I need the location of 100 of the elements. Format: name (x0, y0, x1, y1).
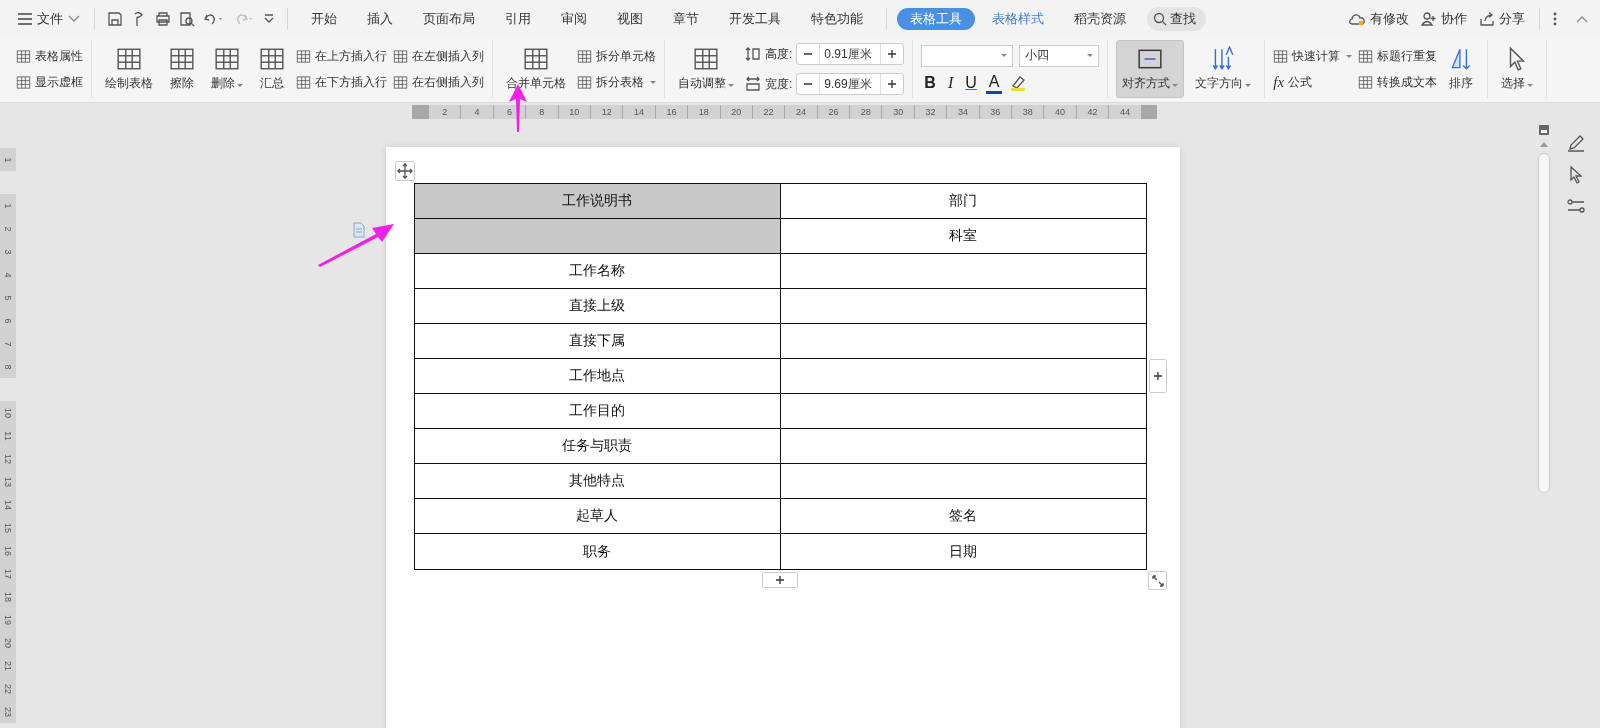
ribbon-button[interactable]: fx 公式 (1273, 73, 1353, 91)
ruler-number: 18 (687, 104, 720, 119)
ribbon-button[interactable]: 在左侧插入列 (393, 47, 484, 65)
font-size-field[interactable]: 小四 (1019, 44, 1100, 67)
add-user-icon (1421, 12, 1437, 26)
spinner-field[interactable]: 9.69厘米 (796, 73, 905, 95)
table-icon (16, 48, 31, 64)
table-icon (693, 46, 719, 72)
caret-icon (1001, 54, 1008, 57)
table-icon (169, 46, 195, 72)
toolbar-action[interactable]: 协作 (1415, 10, 1473, 28)
table-cell[interactable]: 工作地点 (415, 359, 781, 394)
ribbon-button[interactable]: 选择 (1496, 40, 1539, 98)
ruler-margin-marker[interactable] (412, 104, 428, 119)
ribbon-button[interactable]: 对齐方式 (1116, 40, 1185, 98)
ruler-toggle-icon[interactable] (1537, 124, 1550, 136)
settings-icon[interactable] (1567, 198, 1585, 214)
table-cell[interactable]: 工作名称 (415, 254, 781, 289)
ruler-number: 32 (913, 104, 947, 119)
ribbon-button[interactable]: 转换成文本 (1358, 73, 1438, 91)
table-cell[interactable]: 工作说明书 (415, 184, 781, 219)
cloud-icon (1348, 12, 1366, 26)
ribbon-button[interactable]: 合并单元格 (501, 40, 571, 98)
caret-icon (728, 84, 734, 87)
table-icon (116, 46, 142, 72)
ruler-number: 28 (849, 104, 882, 119)
font-name-field[interactable] (921, 44, 1014, 67)
chevron-up-icon (1576, 15, 1588, 23)
caret-icon (1087, 54, 1094, 57)
ribbon-button[interactable]: 汇总 (254, 40, 290, 98)
ribbon-button[interactable]: 在右侧插入列 (393, 73, 484, 91)
ribbon-tab[interactable]: 章节 (660, 8, 712, 30)
ribbon-button[interactable]: 自动调整 (673, 40, 739, 98)
ruler-number: 16 (0, 539, 16, 562)
ruler-number: 14 (0, 493, 16, 516)
ribbon-button[interactable]: 排序 (1443, 40, 1480, 98)
ruler-number: 1 (0, 148, 16, 171)
ribbon-button[interactable]: 在下方插入行 (296, 73, 387, 91)
ribbon-tab[interactable]: 视图 (604, 8, 656, 30)
resize-table-handle[interactable] (1148, 571, 1167, 590)
format-button[interactable]: I (944, 74, 957, 92)
ruler-number: 4 (0, 263, 16, 286)
ruler-number: 20 (0, 631, 16, 654)
ribbon-button[interactable]: 快速计算 (1273, 47, 1353, 65)
format-button[interactable]: B (921, 74, 939, 92)
caret-icon (1527, 84, 1534, 87)
ribbon-tab[interactable]: 特色功能 (798, 8, 876, 30)
add-row-button[interactable] (762, 572, 798, 588)
ruler-number: 38 (1011, 104, 1044, 119)
height-icon (745, 46, 761, 62)
table-cell[interactable]: 起草人 (415, 499, 781, 534)
table-cell[interactable]: 直接上级 (415, 289, 781, 324)
ribbon-tab[interactable]: 开发工具 (716, 8, 794, 30)
ribbon-button[interactable]: 文字方向 (1190, 40, 1257, 98)
scrollbar-thumb[interactable] (1537, 153, 1550, 493)
ruler-number: 40 (1043, 104, 1076, 119)
ribbon-tab[interactable]: 插入 (354, 8, 406, 30)
search-button[interactable]: 查找 (1147, 7, 1206, 31)
ribbon-button[interactable]: 显示虚框 (16, 73, 83, 91)
format-button[interactable]: A (985, 72, 1003, 94)
plus-icon (887, 79, 898, 89)
ribbon-tab[interactable]: 引用 (492, 8, 544, 30)
ribbon-button[interactable]: 擦除 (164, 40, 200, 98)
ribbon-tab[interactable]: 表格样式 (979, 8, 1057, 30)
ribbon-tab[interactable]: 开始 (298, 8, 350, 30)
search-icon (1153, 12, 1167, 26)
plus-icon (1153, 371, 1163, 381)
ruler-number: 24 (784, 104, 817, 119)
spinner-field[interactable]: 0.91厘米 (796, 43, 905, 65)
ribbon-button[interactable]: 拆分表格 (577, 73, 656, 91)
ruler-number: 14 (622, 104, 655, 119)
chevron-down-icon (68, 15, 80, 23)
file-menu[interactable]: 文件 (12, 6, 86, 32)
table-cell[interactable]: 任务与职责 (415, 429, 781, 464)
add-column-button[interactable] (1149, 359, 1167, 393)
ribbon-button[interactable]: 拆分单元格 (577, 47, 656, 65)
format-button[interactable]: U (962, 74, 980, 92)
table-cell[interactable]: 其他特点 (415, 464, 781, 499)
pointer-icon[interactable] (1568, 166, 1584, 184)
ruler-number: 2 (428, 104, 461, 119)
pen-icon[interactable] (1567, 134, 1585, 152)
table-cell[interactable] (415, 219, 781, 254)
ribbon-tab[interactable]: 页面布局 (410, 8, 488, 30)
ruler-number: 12 (0, 447, 16, 470)
ribbon-button[interactable]: 表格属性 (16, 47, 83, 65)
toolbar-action[interactable]: 有修改 (1342, 10, 1415, 28)
ribbon-tab[interactable]: 审阅 (548, 8, 600, 30)
ribbon-tab[interactable]: 稻壳资源 (1061, 8, 1139, 30)
toolbar-action[interactable]: 分享 (1473, 10, 1531, 28)
table-cell[interactable]: 工作目的 (415, 394, 781, 429)
ribbon-button[interactable]: 标题行重复 (1358, 47, 1438, 65)
table-cell[interactable]: 直接下属 (415, 324, 781, 359)
move-table-handle[interactable] (395, 161, 415, 181)
ruler-number: 3 (0, 240, 16, 263)
ribbon-button[interactable]: 在上方插入行 (296, 47, 387, 65)
ribbon-button[interactable]: 删除 (206, 40, 248, 98)
ruler-number: 5 (0, 286, 16, 309)
plus-icon (887, 49, 898, 59)
ribbon-button[interactable]: 绘制表格 (100, 40, 158, 98)
ruler-number: 13 (0, 470, 16, 493)
